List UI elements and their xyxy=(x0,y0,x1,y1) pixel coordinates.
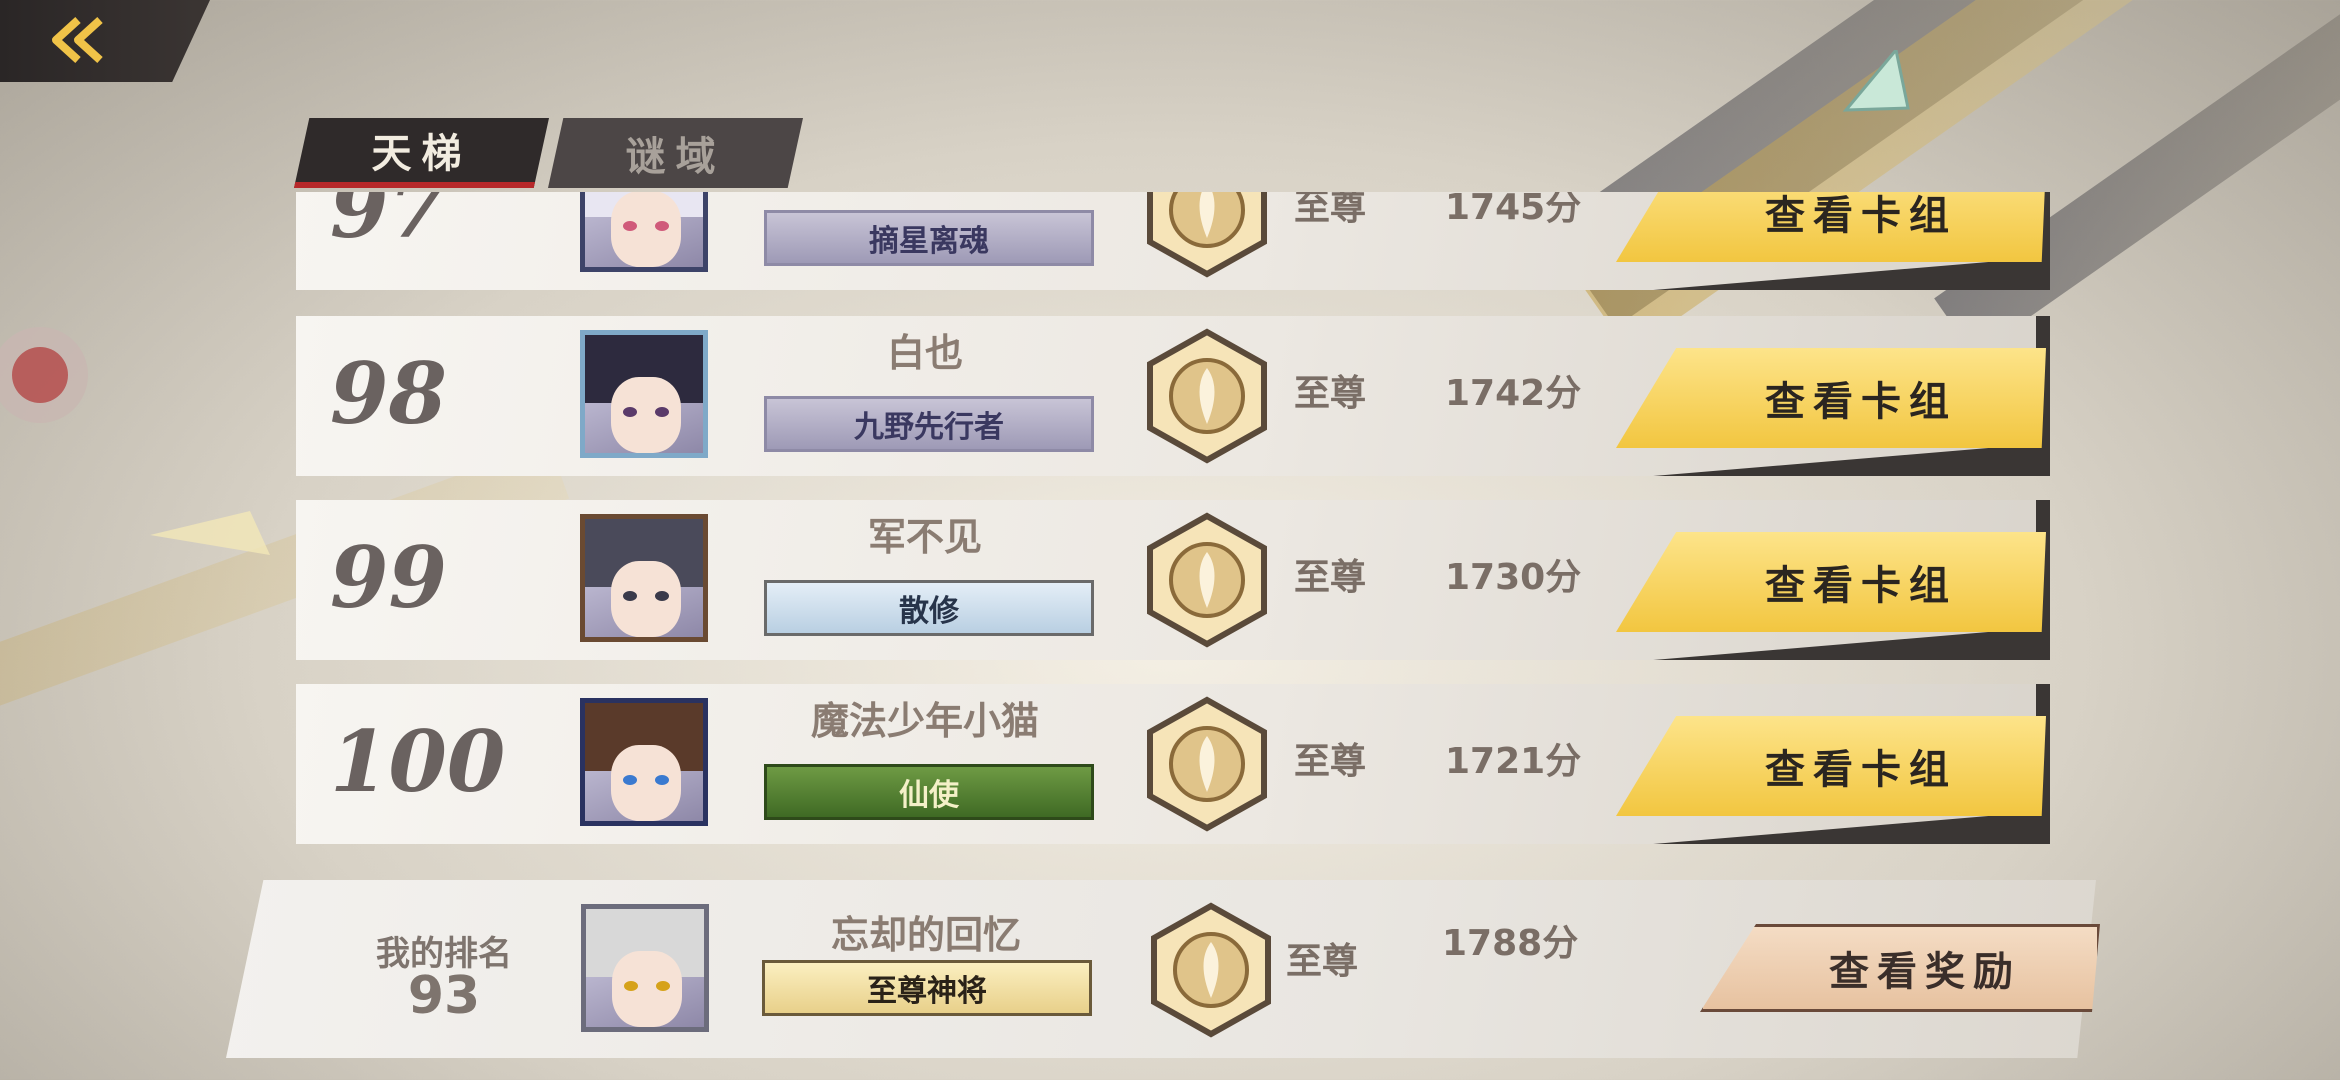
my-rank-row: 我的排名 93 忘却的回忆 至尊神将 至尊 1788分 查看奖励 xyxy=(226,880,2100,1058)
score-value: 1742分 xyxy=(1445,373,1582,414)
leaderboard-row: 98 白也 九野先行者 至尊 1742分 查看卡组 xyxy=(290,316,2050,476)
player-avatar[interactable] xyxy=(580,514,708,642)
player-avatar[interactable] xyxy=(580,330,708,458)
tab-mystery-realm[interactable]: 谜域 xyxy=(548,118,803,188)
supreme-rank-medal-icon xyxy=(1147,192,1267,278)
player-name: 军不见 xyxy=(867,515,982,559)
leaderboard-row: 100 魔法少年小猫 仙使 至尊 1721分 查看卡组 xyxy=(290,684,2050,844)
view-deck-button[interactable]: 查看卡组 xyxy=(1616,716,2046,816)
leaderboard-row: 99 军不见 散修 至尊 1730分 查看卡组 xyxy=(290,500,2050,660)
player-title-plate: 摘星离魂 xyxy=(764,210,1094,266)
view-deck-button[interactable]: 查看卡组 xyxy=(1616,348,2046,448)
decorative-crystal-icon xyxy=(1842,50,1910,112)
player-name: 白也 xyxy=(886,331,963,375)
tier-label: 至尊 xyxy=(1294,373,1367,414)
my-player-name: 忘却的回忆 xyxy=(830,913,1021,957)
my-score-value: 1788分 xyxy=(1442,923,1579,964)
tier-label: 至尊 xyxy=(1294,741,1367,782)
view-deck-button[interactable]: 查看卡组 xyxy=(1616,192,2046,262)
mascot-face-icon xyxy=(0,327,88,423)
rank-number: 98 xyxy=(330,344,447,443)
player-avatar[interactable] xyxy=(580,698,708,826)
player-title-plate: 散修 xyxy=(764,580,1094,636)
player-title-plate: 仙使 xyxy=(764,764,1094,820)
player-avatar[interactable] xyxy=(580,192,708,272)
my-avatar[interactable] xyxy=(581,904,709,1032)
leaderboard-list[interactable]: 97 摘星离魂 至尊 1745分 查看卡组 98 白也 九野先行者 至尊 174… xyxy=(290,192,2050,862)
supreme-rank-medal-icon xyxy=(1147,328,1267,464)
tab-ladder[interactable]: 天梯 xyxy=(294,118,549,188)
rank-number: 100 xyxy=(330,712,506,811)
supreme-rank-medal-icon xyxy=(1147,696,1267,832)
rank-number: 97 xyxy=(330,192,447,257)
score-value: 1745分 xyxy=(1445,192,1582,228)
decorative-crystal-icon xyxy=(150,511,270,555)
back-button[interactable] xyxy=(0,0,210,82)
player-name: 魔法少年小猫 xyxy=(810,699,1039,743)
score-value: 1730分 xyxy=(1445,557,1582,598)
view-rewards-button[interactable]: 查看奖励 xyxy=(1700,924,2100,1012)
back-arrow-icon xyxy=(52,17,103,63)
score-value: 1721分 xyxy=(1445,741,1582,782)
supreme-rank-medal-icon xyxy=(1151,902,1271,1038)
supreme-rank-medal-icon xyxy=(1147,512,1267,648)
rank-number: 99 xyxy=(330,528,447,627)
tier-label: 至尊 xyxy=(1294,192,1367,228)
leaderboard-row: 97 摘星离魂 至尊 1745分 查看卡组 xyxy=(290,192,2050,290)
view-deck-button[interactable]: 查看卡组 xyxy=(1616,532,2046,632)
tier-label: 至尊 xyxy=(1294,557,1367,598)
player-title-plate: 九野先行者 xyxy=(764,396,1094,452)
my-tier-label: 至尊 xyxy=(1286,941,1359,982)
my-rank-value: 93 xyxy=(407,966,481,1026)
my-title-plate: 至尊神将 xyxy=(762,960,1092,1016)
